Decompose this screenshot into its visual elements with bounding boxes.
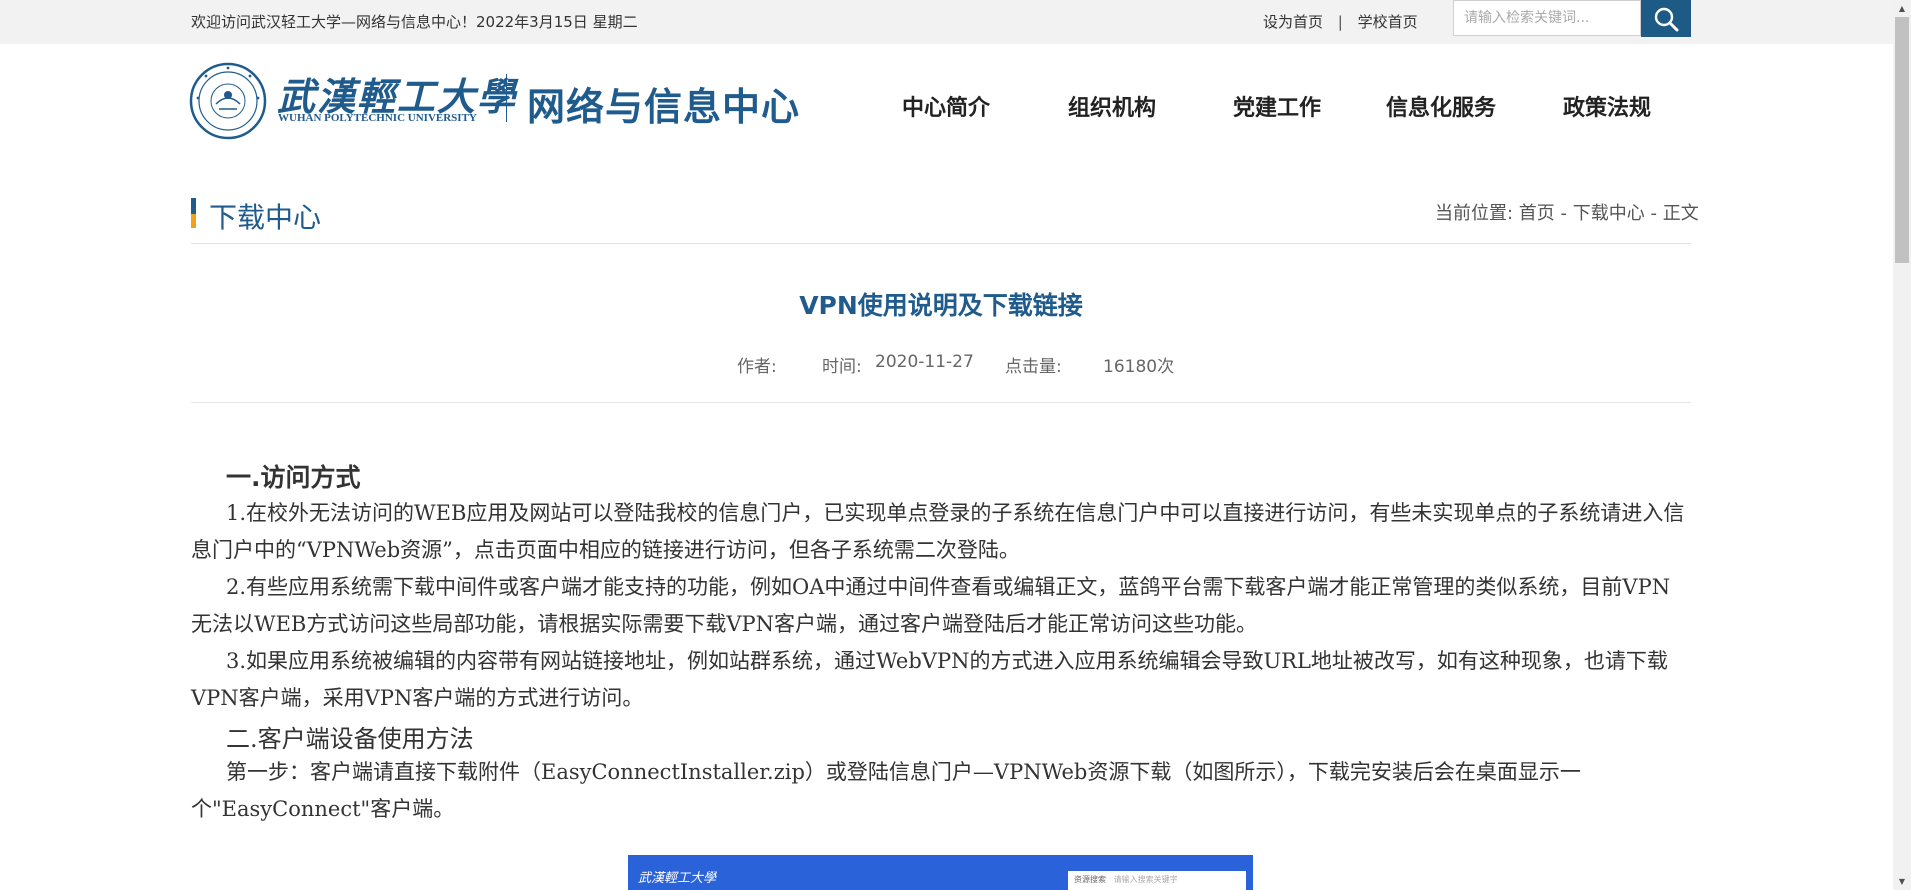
scroll-down-arrow-icon[interactable]: ▼ <box>1893 873 1911 890</box>
breadcrumb: 当前位置: 首页 - 下载中心 - 正文 <box>1435 199 1699 225</box>
link-separator: | <box>1337 13 1343 31</box>
portal-screenshot-image: 武漢輕工大學 资源搜索 请输入搜索关键字 <box>628 855 1253 890</box>
nav-it-services[interactable]: 信息化服务 <box>1386 90 1496 122</box>
portal-search-label: 资源搜索 <box>1074 875 1106 884</box>
breadcrumb-home[interactable]: 首页 <box>1519 203 1555 224</box>
breadcrumb-label: 当前位置: <box>1435 203 1519 224</box>
nav-party-building[interactable]: 党建工作 <box>1233 90 1321 122</box>
divider <box>191 243 1691 244</box>
logo-divider <box>506 74 507 122</box>
section-marker <box>191 198 196 214</box>
university-name-en: WUHAN POLYTECHNIC UNIVERSITY <box>278 112 477 124</box>
paragraph-4: 第一步：客户端请直接下载附件（EasyConnectInstaller.zip）… <box>191 760 1581 821</box>
set-homepage-link[interactable]: 设为首页 <box>1263 13 1323 31</box>
portal-logo: 武漢輕工大學 <box>638 871 717 886</box>
divider <box>191 402 1691 403</box>
breadcrumb-separator: - <box>1644 203 1663 224</box>
top-links: 设为首页 | 学校首页 <box>1263 11 1418 32</box>
scrollbar-thumb[interactable] <box>1895 17 1909 263</box>
paragraph-3: 3.如果应用系统被编辑的内容带有网站链接地址，例如站群系统，通过WebVPN的方… <box>191 649 1668 710</box>
portal-search-hint: 请输入搜索关键字 <box>1113 875 1178 884</box>
paragraph-1: 1.在校外无法访问的WEB应用及网站可以登陆我校的信息门户，已实现单点登录的子系… <box>191 501 1685 562</box>
university-emblem-logo[interactable] <box>189 62 267 140</box>
section-title: 下载中心 <box>209 201 322 234</box>
author-label: 作者: <box>737 357 777 377</box>
breadcrumb-download-center[interactable]: 下载中心 <box>1573 203 1645 224</box>
clicks-value: 16180次 <box>1103 357 1175 377</box>
heading-client-usage: 二.客户端设备使用方法 <box>226 725 474 753</box>
search-input[interactable] <box>1453 0 1641 36</box>
school-homepage-link[interactable]: 学校首页 <box>1358 13 1418 31</box>
search-button[interactable] <box>1641 0 1691 37</box>
welcome-text: 欢迎访问武汉轻工大学—网络与信息中心！2022年3月15日 星期二 <box>191 13 638 31</box>
center-name: 网络与信息中心 <box>527 85 801 129</box>
time-value: 2020-11-27 <box>875 352 974 372</box>
heading-access-method: 一.访问方式 <box>226 463 361 492</box>
scroll-up-arrow-icon[interactable]: ▲ <box>1893 0 1911 17</box>
nav-policies[interactable]: 政策法规 <box>1563 90 1651 122</box>
nav-organization[interactable]: 组织机构 <box>1068 90 1156 122</box>
breadcrumb-separator: - <box>1554 203 1573 224</box>
search-icon <box>1654 7 1679 31</box>
nav-center-intro[interactable]: 中心简介 <box>902 90 990 122</box>
paragraph-2: 2.有些应用系统需下载中间件或客户端才能支持的功能，例如OA中通过中间件查看或编… <box>191 575 1671 636</box>
section-marker-accent <box>191 214 196 228</box>
time-label: 时间: <box>822 357 862 377</box>
top-bar: 欢迎访问武汉轻工大学—网络与信息中心！2022年3月15日 星期二 设为首页 |… <box>0 0 1893 44</box>
article-title: VPN使用说明及下载链接 <box>799 291 1083 320</box>
clicks-label: 点击量: <box>1005 357 1062 377</box>
breadcrumb-current: 正文 <box>1662 203 1699 224</box>
portal-search-field: 资源搜索 请输入搜索关键字 <box>1068 871 1246 890</box>
